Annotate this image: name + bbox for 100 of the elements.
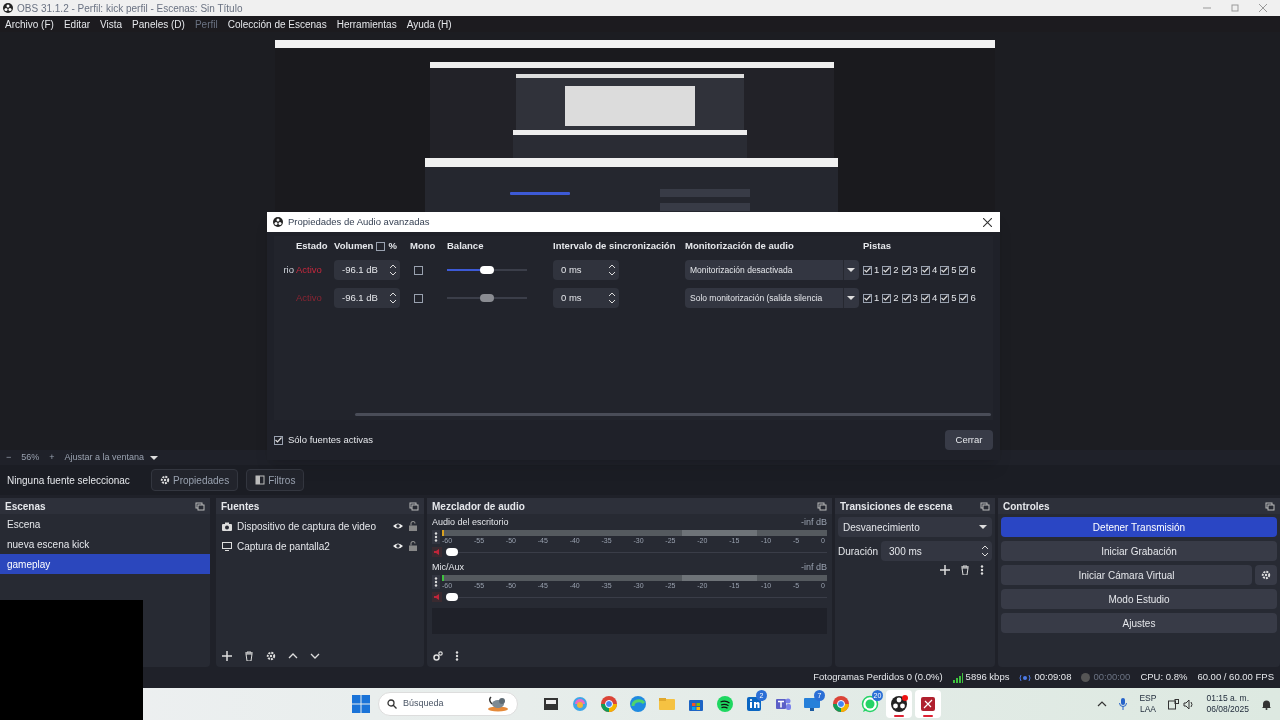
duration-label: Duración (838, 544, 879, 559)
monitor-icon (222, 541, 232, 551)
menu-item[interactable]: Paneles (D) (132, 16, 185, 32)
volume-field[interactable]: -96.1 dB (334, 260, 400, 280)
transition-dropdown[interactable]: Desvanecimiento (838, 517, 992, 537)
transition-type: Desvanecimiento (843, 520, 921, 535)
column-header: Intervalo de sincronización (553, 238, 677, 253)
monitoring-dropdown[interactable]: Monitorización desactivada (685, 260, 859, 280)
network-icon[interactable] (1168, 698, 1180, 710)
trash-icon[interactable] (960, 565, 970, 575)
menu-item[interactable]: Ayuda (H) (406, 16, 452, 32)
mono-checkbox[interactable] (414, 265, 423, 275)
clock-time[interactable]: 01:15 a. m. (1206, 693, 1249, 704)
add-icon[interactable] (940, 565, 950, 575)
volume-slider[interactable] (446, 548, 827, 556)
selected-source-label: Ninguna fuente seleccionac (7, 473, 131, 488)
unlocked-icon[interactable] (408, 521, 418, 531)
search-field[interactable]: Búsqueda (378, 692, 518, 716)
menu-item[interactable]: Editar (63, 16, 91, 32)
dots-icon[interactable] (980, 565, 984, 575)
obs-logo-icon (273, 217, 283, 227)
microphone-icon[interactable] (1119, 698, 1128, 710)
float-icon[interactable] (409, 501, 419, 511)
track-checkbox[interactable] (882, 265, 892, 275)
menu-item[interactable]: Vista (100, 16, 123, 32)
float-icon[interactable] (195, 501, 205, 511)
broadcast-icon (1019, 673, 1032, 682)
bell-icon[interactable] (1261, 698, 1272, 710)
control-button[interactable]: Modo Estudio (1001, 589, 1277, 609)
search-icon (387, 699, 397, 709)
control-button[interactable]: Iniciar Grabación (1001, 541, 1277, 561)
scene-item[interactable]: nueva escena kick (0, 534, 210, 554)
panel-title: Transiciones de escena (840, 499, 953, 514)
scrollbar-thumb[interactable] (355, 413, 991, 416)
float-icon[interactable] (980, 501, 990, 511)
fit-dropdown[interactable]: Ajustar a la ventana (64, 450, 159, 465)
menu-item[interactable]: Archivo (F) (5, 16, 54, 32)
language-code: ESP (1139, 693, 1157, 704)
gears-icon[interactable] (433, 651, 443, 661)
unlocked-icon[interactable] (408, 541, 418, 551)
eye-icon[interactable] (393, 521, 403, 531)
volume-slider[interactable] (446, 593, 827, 601)
channel-menu-button[interactable] (432, 574, 440, 589)
balance-slider[interactable] (447, 265, 527, 275)
zoom-in-button[interactable]: + (49, 450, 55, 465)
search-input[interactable]: Búsqueda (403, 697, 481, 711)
volume-slider-thumb[interactable] (446, 548, 458, 556)
channel-menu-button[interactable] (432, 529, 440, 544)
caret-icon (979, 525, 987, 529)
spin-arrows-icon (608, 264, 616, 276)
eye-icon[interactable] (393, 541, 403, 551)
track-checkbox[interactable] (959, 265, 969, 275)
menu-item[interactable]: Colección de Escenas (227, 16, 327, 32)
scene-item[interactable]: Escena (0, 514, 210, 534)
check-icon (921, 295, 929, 301)
scene-item[interactable]: gameplay (0, 554, 210, 574)
add-icon[interactable] (222, 651, 232, 661)
spin-arrows-icon (608, 292, 616, 304)
track-number: 6 (970, 262, 976, 277)
active-only-checkbox[interactable] (274, 435, 283, 445)
status-text: Activo (296, 290, 323, 305)
close-icon[interactable] (983, 217, 992, 227)
chevron-up-icon[interactable] (1097, 701, 1108, 707)
zoom-out-button[interactable]: − (6, 450, 12, 465)
channel-name: Mic/Aux (432, 561, 464, 574)
sync-value: 0 ms (561, 262, 583, 277)
sync-field[interactable]: 0 ms (553, 260, 619, 280)
taskbar-app-button[interactable] (886, 690, 912, 718)
status-text: Activo (296, 262, 323, 277)
close-button[interactable]: Cerrar (945, 430, 993, 450)
browser-icon (600, 695, 618, 713)
gear-icon[interactable] (266, 651, 276, 661)
settings-button[interactable] (1255, 565, 1277, 585)
filters-button[interactable]: Filtros (246, 469, 305, 491)
keyboard-layout: LAA (1139, 704, 1156, 715)
spin-arrows-icon (389, 292, 397, 304)
trash-icon[interactable] (244, 651, 254, 661)
balance-slider-thumb[interactable] (480, 266, 494, 274)
properties-button[interactable]: Propiedades (151, 469, 239, 491)
percent-checkbox[interactable] (376, 241, 386, 251)
folder-icon (658, 695, 676, 713)
running-indicator (894, 715, 904, 717)
track-checkbox[interactable] (920, 265, 930, 275)
clock-date[interactable]: 06/08/2025 (1206, 704, 1249, 715)
taskbar-app-button[interactable] (915, 690, 941, 718)
track-checkbox[interactable] (901, 265, 911, 275)
duration-field[interactable]: 300 ms (881, 541, 992, 561)
float-icon[interactable] (1265, 501, 1275, 511)
track-checkbox[interactable] (940, 265, 950, 275)
speaker-icon[interactable] (1183, 698, 1195, 710)
control-button[interactable]: Iniciar Cámara Virtual (1001, 565, 1252, 585)
gear-icon (160, 475, 170, 485)
float-icon[interactable] (817, 501, 827, 511)
track-number: 5 (951, 290, 957, 305)
control-button[interactable]: Ajustes (1001, 613, 1277, 633)
dots-icon[interactable] (455, 651, 459, 661)
track-checkbox[interactable] (863, 265, 872, 275)
menu-item[interactable]: Herramientas (336, 16, 397, 32)
control-button[interactable]: Detener Transmisión (1001, 517, 1277, 537)
volume-slider-thumb[interactable] (446, 593, 458, 601)
